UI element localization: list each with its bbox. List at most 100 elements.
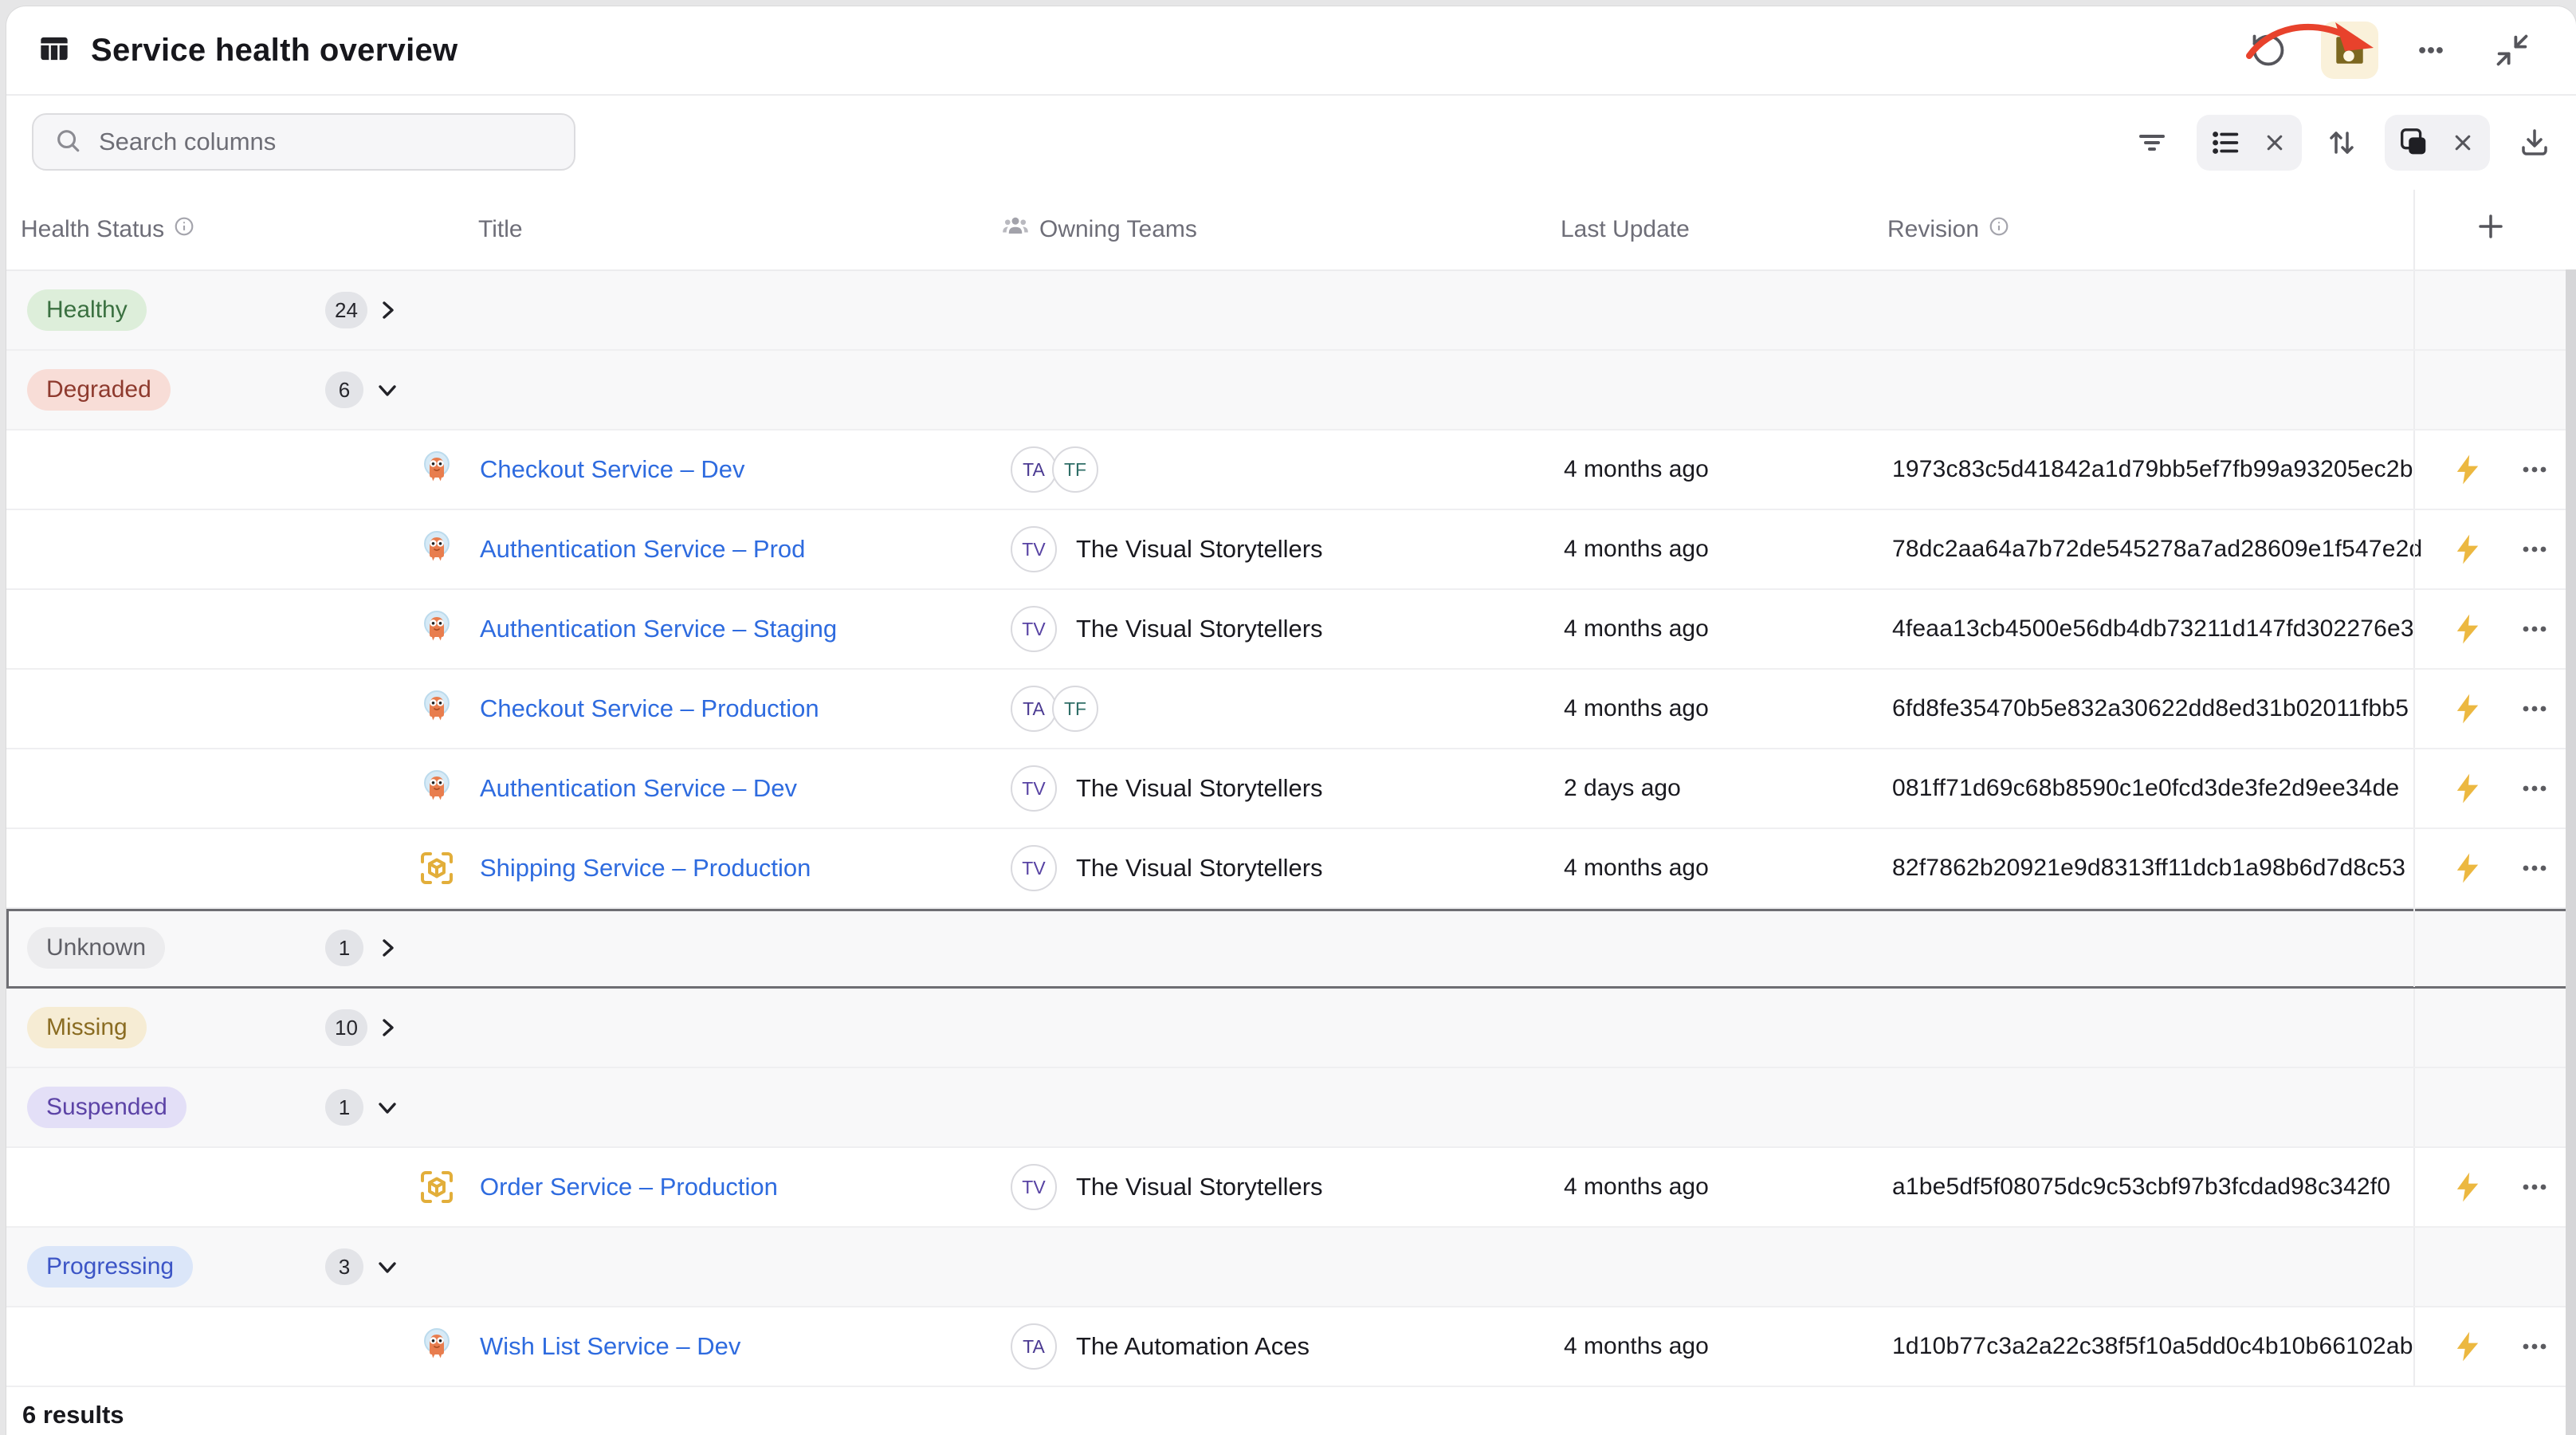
- users-icon: [1001, 212, 1030, 247]
- revision-value: a1be5df5f08075dc9c53cbf97b3fcdad98c342f0: [1892, 1174, 2390, 1201]
- group-row-healthy[interactable]: Healthy 24: [6, 271, 2576, 351]
- row-menu-icon[interactable]: [2517, 1329, 2552, 1364]
- row-menu-icon[interactable]: [2517, 611, 2552, 647]
- actions-cell: [2413, 351, 2566, 429]
- chevron-right-icon[interactable]: [373, 934, 402, 962]
- service-title-link[interactable]: Authentication Service – Dev: [480, 774, 797, 803]
- add-column-button[interactable]: [2473, 209, 2508, 250]
- row-menu-icon[interactable]: [2517, 532, 2552, 567]
- table-body: Healthy24Degraded6Checkout Service – Dev…: [6, 271, 2576, 1387]
- group-count: 6: [325, 372, 363, 408]
- owning-teams-cell: TATF: [1011, 686, 1098, 732]
- service-title-link[interactable]: Wish List Service – Dev: [480, 1332, 740, 1361]
- row-actions: [2413, 510, 2566, 588]
- search-box[interactable]: [32, 113, 575, 171]
- chevron-right-icon[interactable]: [373, 1013, 402, 1042]
- table-footer: 6 results: [6, 1387, 2576, 1435]
- lightning-icon[interactable]: [2450, 532, 2485, 567]
- team-avatar: TF: [1052, 686, 1098, 732]
- chevron-down-icon[interactable]: [373, 1093, 402, 1122]
- table-row: Shipping Service – ProductionTVThe Visua…: [6, 829, 2576, 909]
- team-avatar: TV: [1011, 606, 1057, 652]
- column-header-last-update[interactable]: Last Update: [1561, 216, 1690, 243]
- column-header-revision[interactable]: Revision: [1887, 216, 2009, 243]
- column-header-owning-teams[interactable]: Owning Teams: [1001, 212, 1197, 247]
- revision-value: 78dc2aa64a7b72de545278a7ad28609e1f547e2d: [1892, 536, 2422, 563]
- clear-group-by-icon[interactable]: [2448, 125, 2478, 160]
- group-row-degraded[interactable]: Degraded6: [6, 351, 2576, 431]
- row-menu-icon[interactable]: [2517, 452, 2552, 487]
- column-header-title[interactable]: Title: [478, 216, 523, 243]
- group-count: 24: [325, 292, 367, 328]
- lightning-icon[interactable]: [2450, 1329, 2485, 1364]
- row-actions: [2413, 590, 2566, 668]
- collapse-icon[interactable]: [2484, 22, 2541, 79]
- revision-value: 1973c83c5d41842a1d79bb5ef7fb99a93205ec2b: [1892, 456, 2413, 483]
- team-avatar: TV: [1011, 1164, 1057, 1210]
- service-title-link[interactable]: Authentication Service – Staging: [480, 615, 837, 643]
- table-row: Authentication Service – Staging TVThe Vi…: [6, 590, 2576, 670]
- group-by-icon[interactable]: [2397, 125, 2430, 160]
- status-badge: Missing: [27, 1007, 147, 1048]
- revision-value: 1d10b77c3a2a22c38f5f10a5dd0c4b10b66102ab: [1892, 1333, 2413, 1360]
- lightning-icon[interactable]: [2450, 1170, 2485, 1205]
- search-input[interactable]: [97, 127, 553, 157]
- table-row: Order Service – ProductionTVThe Visual S…: [6, 1148, 2576, 1228]
- info-icon: [1989, 216, 2009, 243]
- row-menu-icon[interactable]: [2517, 1170, 2552, 1205]
- column-header-health-status[interactable]: Health Status: [21, 216, 194, 243]
- table-view-icon: [38, 33, 70, 69]
- service-squid-icon: [418, 769, 456, 808]
- chevron-right-icon[interactable]: [373, 296, 402, 324]
- clear-view-icon[interactable]: [2260, 125, 2290, 160]
- service-title-link[interactable]: Checkout Service – Production: [480, 694, 819, 723]
- save-button[interactable]: [2321, 22, 2378, 79]
- chevron-down-icon[interactable]: [373, 1252, 402, 1281]
- lightning-icon[interactable]: [2450, 452, 2485, 487]
- last-update-value: 4 months ago: [1564, 1174, 1709, 1201]
- revision-value: 82f7862b20921e9d8313ff11dcb1a98b6d7d8c53: [1892, 855, 2405, 882]
- header-actions: [2240, 6, 2541, 94]
- table-row: Checkout Service – Production TATF 4 month…: [6, 670, 2576, 749]
- filter-icon[interactable]: [2133, 124, 2171, 162]
- service-title-link[interactable]: Order Service – Production: [480, 1173, 778, 1201]
- row-menu-icon[interactable]: [2517, 691, 2552, 726]
- lightning-icon[interactable]: [2450, 771, 2485, 806]
- chevron-down-icon[interactable]: [373, 375, 402, 404]
- vertical-scrollbar[interactable]: [2566, 269, 2576, 1435]
- service-title-link[interactable]: Checkout Service – Dev: [480, 455, 745, 484]
- list-view-icon[interactable]: [2209, 125, 2242, 160]
- revision-value: 6fd8fe35470b5e832a30622dd8ed31b02011fbb5: [1892, 695, 2409, 722]
- group-row-missing[interactable]: Missing10: [6, 989, 2576, 1068]
- sort-icon[interactable]: [2323, 124, 2361, 162]
- group-row-unknown[interactable]: Unknown1: [6, 909, 2576, 989]
- lightning-icon[interactable]: [2450, 851, 2485, 886]
- owning-teams-cell: TVThe Visual Storytellers: [1011, 606, 1323, 652]
- group-row-progressing[interactable]: Progressing3: [6, 1228, 2576, 1307]
- lightning-icon[interactable]: [2450, 691, 2485, 726]
- last-update-value: 4 months ago: [1564, 695, 1709, 722]
- download-icon[interactable]: [2515, 124, 2554, 162]
- table-row: Wish List Service – DevTAThe Automation …: [6, 1307, 2576, 1387]
- last-update-value: 4 months ago: [1564, 536, 1709, 563]
- row-menu-icon[interactable]: [2517, 771, 2552, 806]
- status-badge: Healthy: [27, 289, 147, 331]
- window-header: Service health overview: [6, 6, 2576, 96]
- row-actions: [2413, 1307, 2566, 1386]
- more-options-button[interactable]: [2402, 22, 2460, 79]
- owning-teams-cell: TVThe Visual Storytellers: [1011, 526, 1323, 572]
- row-menu-icon[interactable]: [2517, 851, 2552, 886]
- service-title-link[interactable]: Authentication Service – Prod: [480, 535, 805, 564]
- team-name: The Visual Storytellers: [1076, 535, 1323, 564]
- undo-button[interactable]: [2240, 22, 2297, 79]
- page-title: Service health overview: [91, 33, 457, 69]
- row-actions: [2413, 829, 2566, 907]
- table-row: Checkout Service – DevTATF4 months ago19…: [6, 431, 2576, 510]
- group-count: 3: [325, 1248, 363, 1285]
- last-update-value: 4 months ago: [1564, 1333, 1709, 1360]
- service-title-link[interactable]: Shipping Service – Production: [480, 854, 811, 883]
- lightning-icon[interactable]: [2450, 611, 2485, 647]
- team-avatar: TF: [1052, 446, 1098, 493]
- column-header-row: Health Status Title Owning Teams Last Up…: [6, 190, 2576, 271]
- group-row-suspended[interactable]: Suspended1: [6, 1068, 2576, 1148]
